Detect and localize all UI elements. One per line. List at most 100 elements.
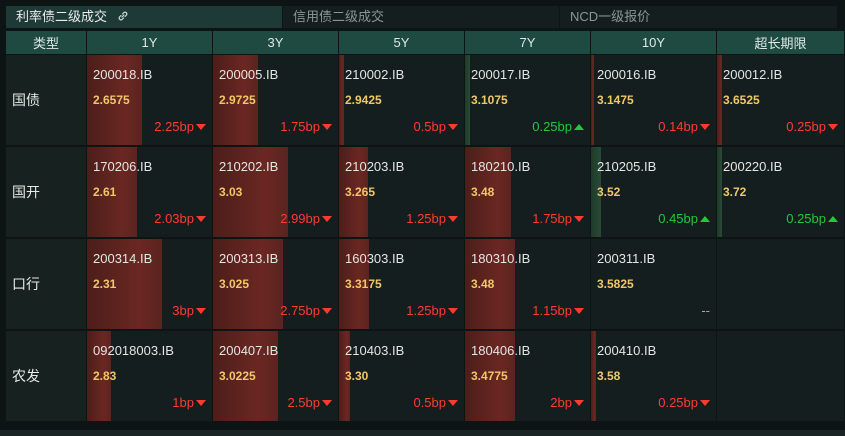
triangle-down-icon — [196, 123, 206, 130]
yield-change-value: 2.99bp — [280, 211, 320, 226]
tab-rates-secondary[interactable]: 利率债二级成交 — [6, 6, 283, 28]
bond-cell[interactable]: 180406.IB 3.4775 2bp — [465, 331, 590, 423]
bond-code[interactable]: 200012.IB — [723, 67, 782, 82]
bond-code[interactable]: 210202.IB — [219, 159, 278, 174]
bond-cell[interactable]: 210205.IB 3.52 0.45bp — [591, 147, 716, 239]
header-1y: 1Y — [87, 31, 212, 55]
bond-code[interactable]: 200220.IB — [723, 159, 782, 174]
bond-cell[interactable]: 200407.IB 3.0225 2.5bp — [213, 331, 338, 423]
tab-ncd-primary[interactable]: NCD一级报价 — [560, 6, 838, 28]
bond-cell[interactable]: 210002.IB 2.9425 0.5bp — [339, 55, 464, 147]
header-7y: 7Y — [465, 31, 590, 55]
bond-cell[interactable]: 200311.IB 3.5825 -- — [591, 239, 716, 331]
header-5y: 5Y — [339, 31, 464, 55]
bond-yield: 2.31 — [93, 277, 117, 291]
tab-bar: 利率债二级成交 信用债二级成交 NCD一级报价 — [6, 6, 838, 28]
yield-change: 0.25bp — [786, 119, 838, 134]
tab-credit-secondary[interactable]: 信用债二级成交 — [283, 6, 560, 28]
yield-change: 2.25bp — [154, 119, 206, 134]
bond-cell[interactable]: 200012.IB 3.6525 0.25bp — [717, 55, 844, 147]
bond-yield: 2.9425 — [345, 93, 382, 107]
bond-cell[interactable]: 160303.IB 3.3175 1.25bp — [339, 239, 464, 331]
bond-yield: 3.1475 — [597, 93, 634, 107]
yield-change-value: 2.5bp — [287, 395, 320, 410]
triangle-down-icon — [448, 215, 458, 222]
bond-code[interactable]: 180210.IB — [471, 159, 530, 174]
bond-yield: 2.61 — [93, 185, 117, 199]
triangle-down-icon — [700, 123, 710, 130]
bond-cell[interactable]: 200220.IB 3.72 0.25bp — [717, 147, 844, 239]
triangle-down-icon — [448, 399, 458, 406]
yield-change: 1.75bp — [532, 211, 584, 226]
bond-code[interactable]: 200005.IB — [219, 67, 278, 82]
bond-code[interactable]: 200311.IB — [597, 251, 655, 266]
bond-yield: 3.6525 — [723, 93, 760, 107]
triangle-down-icon — [574, 399, 584, 406]
bond-code[interactable]: 200313.IB — [219, 251, 278, 266]
bond-code[interactable]: 200407.IB — [219, 343, 278, 358]
yield-change: 1.25bp — [406, 211, 458, 226]
bond-cell[interactable]: 170206.IB 2.61 2.03bp — [87, 147, 212, 239]
bond-cell[interactable]: 200005.IB 2.9725 1.75bp — [213, 55, 338, 147]
bond-code[interactable]: 200018.IB — [93, 67, 152, 82]
bond-code[interactable]: 210002.IB — [345, 67, 404, 82]
bond-cell[interactable]: 200314.IB 2.31 3bp — [87, 239, 212, 331]
bond-code[interactable]: 200410.IB — [597, 343, 656, 358]
bond-cell[interactable]: 210202.IB 3.03 2.99bp — [213, 147, 338, 239]
yield-change-value: 1.15bp — [532, 303, 572, 318]
bond-code[interactable]: 160303.IB — [345, 251, 404, 266]
yield-change: 1.15bp — [532, 303, 584, 318]
triangle-down-icon — [700, 399, 710, 406]
bond-yield: 2.9725 — [219, 93, 256, 107]
triangle-up-icon — [574, 123, 584, 130]
bond-code[interactable]: 180310.IB — [471, 251, 530, 266]
yield-table: 类型 1Y 3Y 5Y 7Y 10Y 超长期限 国债 200018.IB 2.657… — [6, 31, 844, 429]
yield-change-value: 2.25bp — [154, 119, 194, 134]
bond-cell[interactable]: 180210.IB 3.48 1.75bp — [465, 147, 590, 239]
yield-change-value: 0.5bp — [413, 119, 446, 134]
bond-code[interactable]: 170206.IB — [93, 159, 152, 174]
row-type-label: 国债 — [6, 55, 86, 147]
bond-cell[interactable]: 180310.IB 3.48 1.15bp — [465, 239, 590, 331]
bond-cell[interactable]: 200313.IB 3.025 2.75bp — [213, 239, 338, 331]
triangle-up-icon — [828, 215, 838, 222]
yield-change-value: 0.25bp — [658, 395, 698, 410]
bond-code[interactable]: 200016.IB — [597, 67, 656, 82]
yield-change: 2.5bp — [287, 395, 332, 410]
yield-change: 0.5bp — [413, 119, 458, 134]
bond-code[interactable]: 180406.IB — [471, 343, 530, 358]
tab-label: 信用债二级成交 — [293, 9, 385, 24]
bond-yield: 3.03 — [219, 185, 243, 199]
bond-code[interactable]: 210403.IB — [345, 343, 404, 358]
yield-change-value: 2bp — [550, 395, 572, 410]
bond-cell[interactable]: 092018003.IB 2.83 1bp — [87, 331, 212, 423]
yield-change-value: 1bp — [172, 395, 194, 410]
bond-cell[interactable]: 200410.IB 3.58 0.25bp — [591, 331, 716, 423]
triangle-down-icon — [322, 307, 332, 314]
yield-change-value: 0.25bp — [786, 119, 826, 134]
yield-change-value: 0.45bp — [658, 211, 698, 226]
bond-cell[interactable]: 200017.IB 3.1075 0.25bp — [465, 55, 590, 147]
yield-change-value: 1.75bp — [280, 119, 320, 134]
link-icon[interactable] — [117, 7, 129, 29]
triangle-down-icon — [322, 123, 332, 130]
change-bar — [465, 55, 470, 145]
triangle-down-icon — [196, 215, 206, 222]
row-type-label: 农发 — [6, 331, 86, 423]
bond-cell[interactable]: 210203.IB 3.265 1.25bp — [339, 147, 464, 239]
bond-code[interactable]: 200017.IB — [471, 67, 530, 82]
bond-code[interactable]: 092018003.IB — [93, 343, 174, 358]
bond-cell[interactable]: 210403.IB 3.30 0.5bp — [339, 331, 464, 423]
bond-cell[interactable]: 200016.IB 3.1475 0.14bp — [591, 55, 716, 147]
bond-cell[interactable]: 200018.IB 2.6575 2.25bp — [87, 55, 212, 147]
yield-change-value: 0.14bp — [658, 119, 698, 134]
bond-code[interactable]: 210203.IB — [345, 159, 404, 174]
header-ultra-long: 超长期限 — [717, 31, 844, 55]
yield-change: 3bp — [172, 303, 206, 318]
yield-change: 0.25bp — [786, 211, 838, 226]
bond-code[interactable]: 200314.IB — [93, 251, 152, 266]
yield-change: 0.25bp — [532, 119, 584, 134]
bond-code[interactable]: 210205.IB — [597, 159, 656, 174]
yield-change: 0.45bp — [658, 211, 710, 226]
bond-yield: 2.6575 — [93, 93, 130, 107]
